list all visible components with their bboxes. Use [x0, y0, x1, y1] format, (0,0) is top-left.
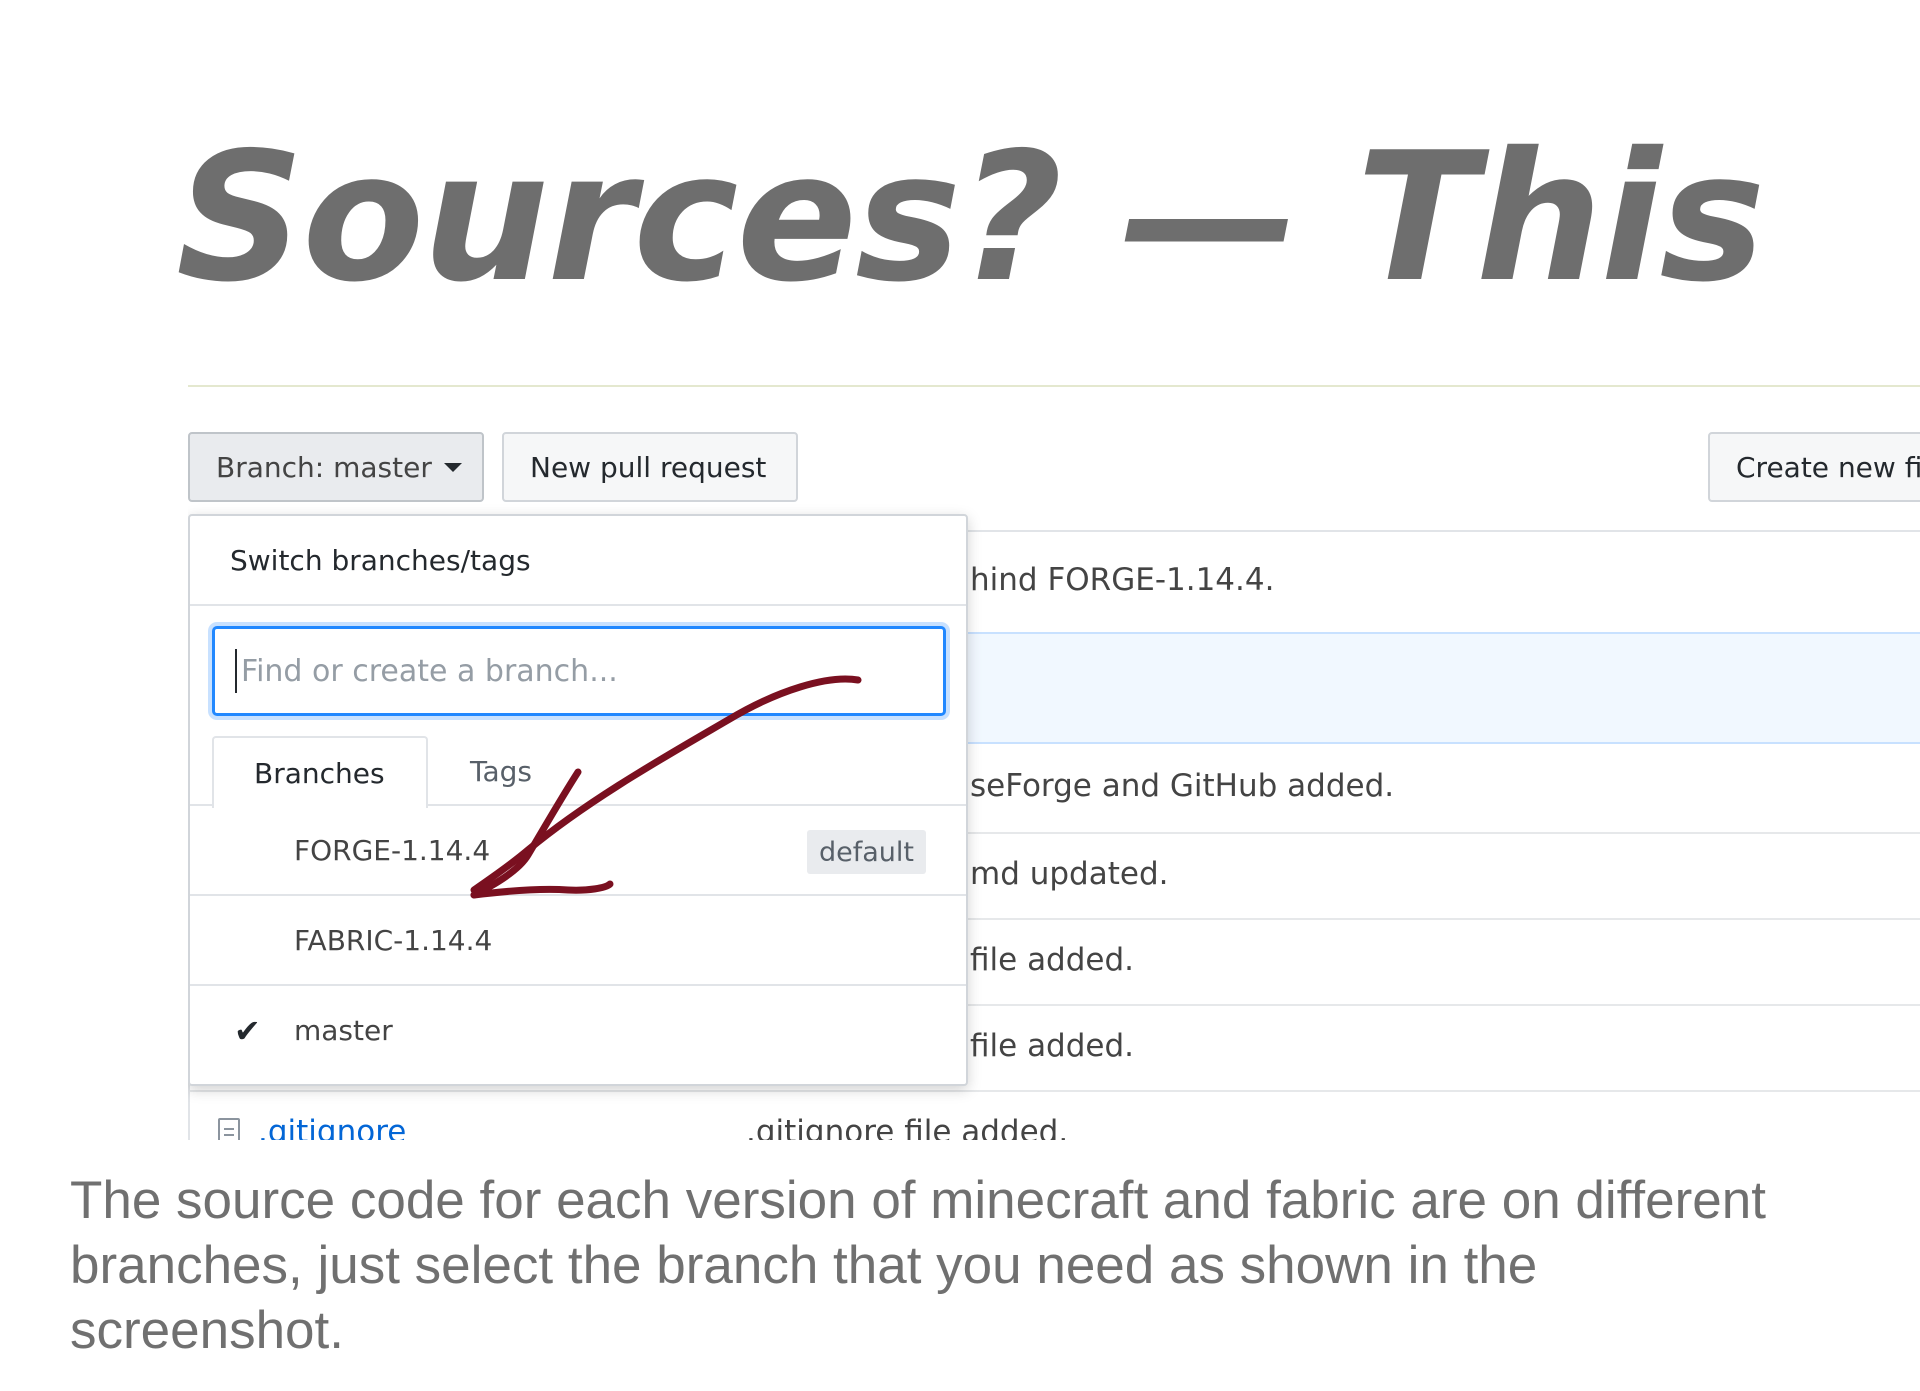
file-icon: [218, 1118, 240, 1140]
branch-search-input[interactable]: [239, 652, 903, 690]
branch-tabs: Branches Tags: [190, 736, 966, 808]
commit-message[interactable]: md updated.: [970, 856, 1169, 892]
table-row: .gitignore .gitignore file added.: [190, 1090, 1920, 1140]
branch-item-master[interactable]: ✔ master: [190, 986, 966, 1076]
branch-search-field[interactable]: [212, 626, 946, 716]
branch-select-button[interactable]: Branch: master: [188, 432, 484, 502]
checkmark-icon: ✔: [234, 1012, 261, 1050]
commit-message[interactable]: file added.: [970, 942, 1134, 978]
text-cursor: [235, 649, 237, 693]
branch-dropdown: Switch branches/tags Branches Tags FORGE…: [188, 514, 968, 1086]
dropdown-header: Switch branches/tags: [190, 516, 966, 606]
caret-down-icon: [443, 462, 462, 472]
new-pull-request-button[interactable]: New pull request: [502, 432, 798, 502]
branch-button-label: Branch: master: [216, 450, 432, 484]
branch-name: FABRIC-1.14.4: [294, 924, 493, 957]
branch-item-fabric[interactable]: FABRIC-1.14.4: [190, 896, 966, 986]
tab-branches[interactable]: Branches: [212, 736, 428, 808]
divider: [188, 385, 1920, 387]
branch-name: master: [294, 1014, 393, 1047]
commit-message[interactable]: .gitignore file added.: [746, 1114, 1068, 1140]
create-new-file-label: Create new fi: [1736, 450, 1920, 484]
commit-message[interactable]: file added.: [970, 1028, 1134, 1064]
default-badge: default: [806, 830, 926, 874]
file-name-link[interactable]: .gitignore: [258, 1114, 406, 1140]
slide-caption: The source code for each version of mine…: [70, 1171, 1766, 1360]
branch-name: FORGE-1.14.4: [294, 834, 491, 867]
slide-title: Sources? — This: [176, 114, 1765, 321]
tab-tags[interactable]: Tags: [470, 736, 590, 806]
create-new-file-button[interactable]: Create new fi: [1708, 432, 1920, 502]
commit-message[interactable]: seForge and GitHub added.: [970, 768, 1394, 804]
new-pull-request-label: New pull request: [530, 450, 767, 484]
github-screenshot: Branch: master New pull request Create n…: [188, 380, 1920, 1140]
commit-message: hind FORGE-1.14.4.: [970, 562, 1275, 598]
branch-item-forge[interactable]: FORGE-1.14.4 default: [190, 806, 966, 896]
